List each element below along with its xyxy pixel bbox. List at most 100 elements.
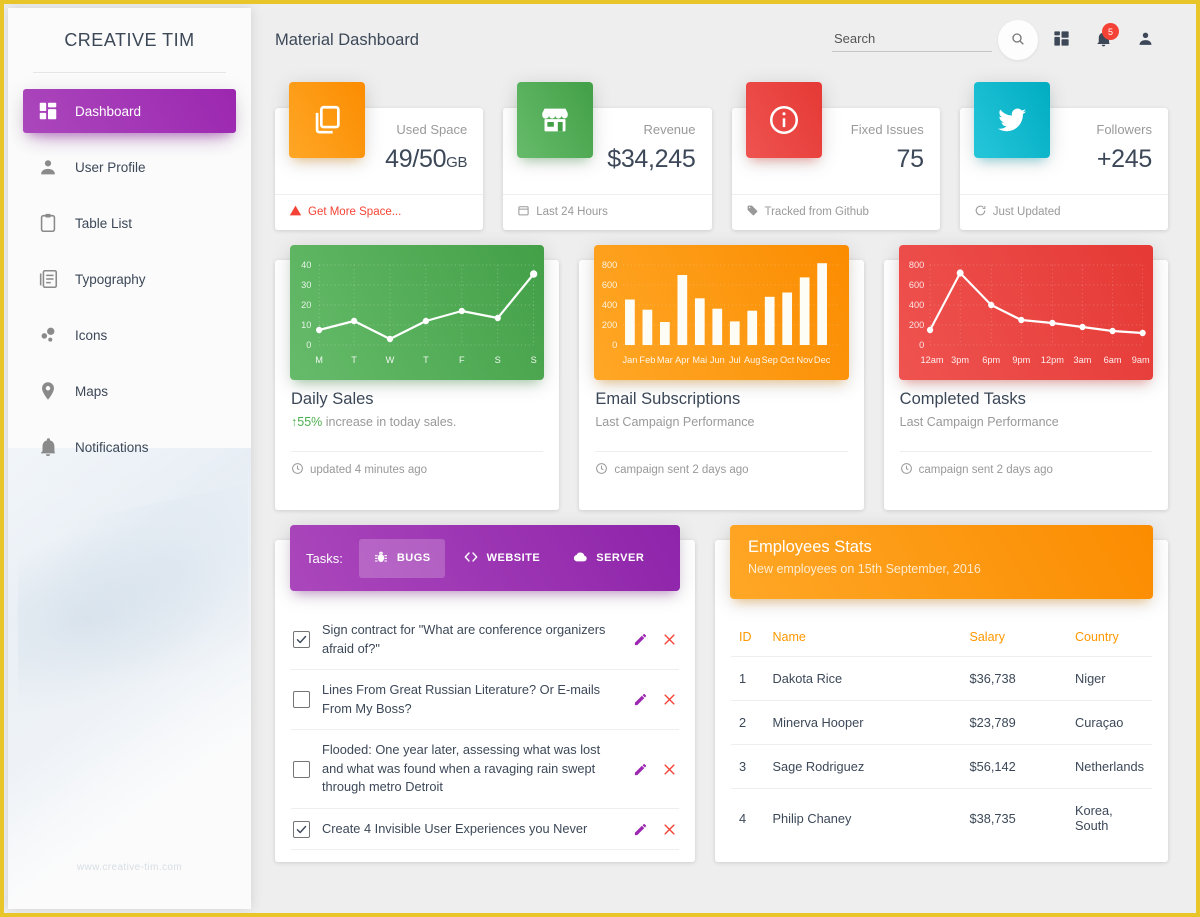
chart-subtitle: Last Campaign Performance xyxy=(595,415,755,429)
svg-text:800: 800 xyxy=(909,260,924,270)
tab-website[interactable]: WEBSITE xyxy=(449,539,555,578)
close-icon[interactable] xyxy=(662,632,677,647)
dashboard-grid-button[interactable] xyxy=(1042,21,1080,59)
svg-text:Oct: Oct xyxy=(780,355,795,365)
edit-icon[interactable] xyxy=(633,632,648,647)
notifications-button[interactable]: 5 xyxy=(1084,21,1122,59)
table-head: ID Name Salary Country xyxy=(731,618,1152,657)
cell-country: Niger xyxy=(1066,656,1152,701)
stat-footer-label: Tracked from Github xyxy=(764,206,869,218)
close-icon[interactable] xyxy=(662,762,677,777)
chart-card-daily-sales[interactable]: 40 30 20 10 0 MTW T F S S Daily Sales ↑5… xyxy=(275,245,560,510)
edit-icon[interactable] xyxy=(633,762,648,777)
table-row[interactable]: 2 Minerva Hooper $23,789 Curaçao xyxy=(731,700,1152,745)
tab-label: SERVER xyxy=(596,552,645,564)
sidebar-item-notifications[interactable]: Notifications xyxy=(23,425,236,469)
close-icon[interactable] xyxy=(662,692,677,707)
sidebar-item-table-list[interactable]: Table List xyxy=(23,201,236,245)
task-label: Lines From Great Russian Literature? Or … xyxy=(322,682,601,716)
chart-footer-label: updated 4 minutes ago xyxy=(310,464,428,476)
table-row[interactable]: 4 Philip Chaney $38,735 Korea, South xyxy=(731,789,1152,848)
stat-card-used-space[interactable]: Used Space 49/50GB Get More Space... xyxy=(275,82,484,230)
task-checkbox[interactable] xyxy=(293,820,310,838)
table-row[interactable]: 1 Dakota Rice $36,738 Niger xyxy=(731,656,1152,701)
svg-text:Feb: Feb xyxy=(640,355,656,365)
stat-footer-label: Just Updated xyxy=(992,206,1061,218)
edit-icon[interactable] xyxy=(633,692,648,707)
stat-number: $34,245 xyxy=(607,144,696,173)
sidebar-item-icons[interactable]: Icons xyxy=(23,313,236,357)
sidebar-item-label: Table List xyxy=(75,215,133,231)
search-button[interactable] xyxy=(998,20,1038,60)
stat-footer: Tracked from Github xyxy=(746,195,926,229)
task-checkbox[interactable] xyxy=(293,631,310,649)
svg-text:T: T xyxy=(423,355,429,365)
sidebar-item-typography[interactable]: Typography xyxy=(23,257,236,301)
stat-number: 75 xyxy=(896,144,925,173)
stat-card-fixed-issues[interactable]: Fixed Issues 75 Tracked from Github xyxy=(731,82,940,230)
svg-text:Jun: Jun xyxy=(710,355,725,365)
edit-icon[interactable] xyxy=(633,822,648,837)
bubble-chart-icon xyxy=(37,324,59,346)
task-actions xyxy=(633,822,677,837)
sidebar-background-image xyxy=(8,448,251,909)
task-actions xyxy=(633,632,677,647)
svg-text:400: 400 xyxy=(602,300,617,310)
stat-footer[interactable]: Get More Space... xyxy=(289,195,469,229)
cell-name: Dakota Rice xyxy=(764,656,962,701)
task-checkbox[interactable] xyxy=(293,760,310,778)
notification-badge: 5 xyxy=(1102,23,1119,40)
employees-title: Employees Stats xyxy=(748,538,872,556)
dashboard-main: Used Space 49/50GB Get More Space... Rev… xyxy=(251,72,1192,862)
app-window: www.creative-tim.com CREATIVE TIM Dashbo… xyxy=(0,0,1200,917)
close-icon[interactable] xyxy=(662,822,677,837)
user-profile-button[interactable] xyxy=(1126,21,1164,59)
svg-text:30: 30 xyxy=(301,280,311,290)
task-row: Flooded: One year later, assessing what … xyxy=(291,730,679,809)
tab-bugs[interactable]: BUGS xyxy=(358,538,445,578)
task-row: Lines From Great Russian Literature? Or … xyxy=(291,670,679,731)
table-header-row: ID Name Salary Country xyxy=(731,618,1152,657)
chart-title: Completed Tasks xyxy=(899,390,1026,408)
cell-country: Korea, South xyxy=(1074,803,1113,833)
svg-text:Mar: Mar xyxy=(657,355,673,365)
code-icon xyxy=(463,549,479,568)
svg-text:T: T xyxy=(351,355,357,365)
search-box xyxy=(832,28,992,52)
sidebar-item-dashboard[interactable]: Dashboard xyxy=(23,89,236,133)
svg-text:S: S xyxy=(495,355,501,365)
svg-text:Nov: Nov xyxy=(797,355,814,365)
svg-text:40: 40 xyxy=(301,260,311,270)
svg-text:12am: 12am xyxy=(920,355,943,365)
chart-card-email-subscriptions[interactable]: 800 600 400 200 0 Jan Feb Mar Apr Mai Ju… xyxy=(579,245,864,510)
clock-icon xyxy=(900,462,913,478)
task-checkbox[interactable] xyxy=(293,691,310,709)
chart-subtitle-text: increase in today sales. xyxy=(322,415,457,429)
stat-card-followers[interactable]: Followers +245 Just Updated xyxy=(959,82,1168,230)
bug-icon xyxy=(373,549,389,568)
svg-text:600: 600 xyxy=(602,280,617,290)
search-input[interactable] xyxy=(832,28,992,52)
bell-icon xyxy=(37,436,59,458)
tag-icon xyxy=(746,204,759,220)
employees-stats-card: Employees Stats New employees on 15th Se… xyxy=(715,525,1168,862)
brand-logo[interactable]: CREATIVE TIM xyxy=(8,8,251,72)
svg-text:Sep: Sep xyxy=(762,355,778,365)
task-row: Create 4 Invisible User Experiences you … xyxy=(291,809,679,851)
stat-card-revenue[interactable]: Revenue $34,245 Last 24 Hours xyxy=(503,82,712,230)
completed-tasks-plot: 800 600 400 200 0 12am 3pm 6pm 9pm 12pm … xyxy=(898,245,1153,380)
chart-card-completed-tasks[interactable]: 800 600 400 200 0 12am 3pm 6pm 9pm 12pm … xyxy=(883,245,1168,510)
sidebar-item-label: Notifications xyxy=(75,439,149,455)
svg-text:Aug: Aug xyxy=(744,355,760,365)
cloud-icon xyxy=(572,549,588,568)
table-row[interactable]: 3 Sage Rodriguez $56,142 Netherlands xyxy=(731,744,1152,789)
svg-text:0: 0 xyxy=(919,340,924,350)
sidebar-item-maps[interactable]: Maps xyxy=(23,369,236,413)
svg-text:3am: 3am xyxy=(1073,355,1091,365)
column-header-name: Name xyxy=(764,618,962,657)
store-icon xyxy=(517,82,594,158)
page-title: Material Dashboard xyxy=(275,30,419,49)
column-header-salary: Salary xyxy=(961,618,1067,657)
tab-server[interactable]: SERVER xyxy=(558,539,658,578)
sidebar-item-user-profile[interactable]: User Profile xyxy=(23,145,236,189)
